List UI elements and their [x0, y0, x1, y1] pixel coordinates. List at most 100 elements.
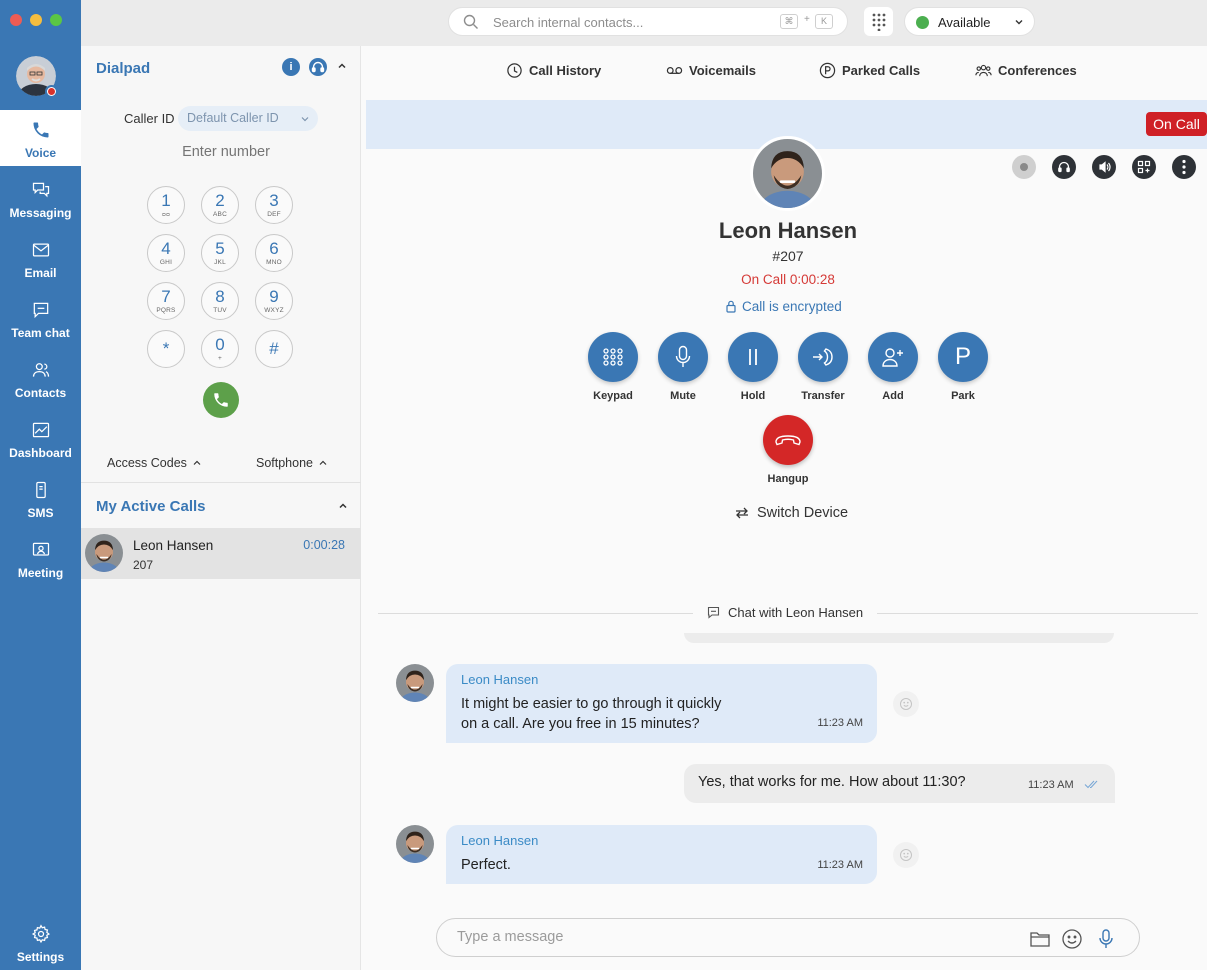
- park-button-label: Park: [951, 390, 975, 402]
- add-reaction-button[interactable]: [893, 691, 919, 717]
- dialpad-key[interactable]: 6 MNO: [255, 234, 293, 272]
- access-codes-toggle[interactable]: Access Codes: [107, 456, 201, 470]
- dialpad-key-digit: 6: [269, 239, 279, 258]
- top-bar: Search internal contacts... ⌘ + K Availa…: [81, 0, 1207, 46]
- tab-conferences[interactable]: Conferences: [975, 62, 1077, 79]
- audio-settings-button[interactable]: [1092, 155, 1116, 179]
- dialpad-key-digit: 2: [215, 191, 225, 210]
- nav-item-messaging[interactable]: Messaging: [0, 170, 81, 226]
- tab-call-history-label: Call History: [529, 63, 602, 78]
- dial-call-button[interactable]: [203, 382, 239, 418]
- share-screen-button[interactable]: [1132, 155, 1156, 179]
- headset-mode-icon[interactable]: [309, 58, 327, 76]
- tab-call-history[interactable]: Call History: [506, 62, 601, 79]
- parking-icon: [819, 62, 836, 79]
- dialpad-key[interactable]: 5 JKL: [201, 234, 239, 272]
- switch-device-button[interactable]: Switch Device: [735, 505, 848, 521]
- emoji-icon[interactable]: [1061, 928, 1083, 950]
- transfer-button[interactable]: Transfer: [788, 332, 858, 402]
- dialpad-key-digit: 3: [269, 191, 279, 210]
- incoming-message[interactable]: Leon Hansen It might be easier to go thr…: [446, 664, 877, 743]
- grid-icon: [872, 13, 885, 31]
- dialpad-key[interactable]: 4 GHI: [147, 234, 185, 272]
- dialpad-key[interactable]: 1 ᴑᴑ: [147, 186, 185, 224]
- keypad-button[interactable]: Keypad: [578, 332, 648, 402]
- outgoing-message[interactable]: Yes, that works for me. How about 11:30?…: [684, 764, 1115, 803]
- add-participant-button[interactable]: Add: [858, 332, 928, 402]
- dialpad-key[interactable]: 9 WXYZ: [255, 282, 293, 320]
- swap-arrows-icon: [736, 507, 748, 519]
- minimize-window-button[interactable]: [30, 14, 42, 26]
- hold-button[interactable]: Hold: [718, 332, 788, 402]
- dialpad-key[interactable]: 0 +: [201, 330, 239, 368]
- shortcut-cmd-key: ⌘: [780, 14, 798, 29]
- nav-item-team-chat[interactable]: Team chat: [0, 290, 81, 346]
- add-reaction-button[interactable]: [893, 842, 919, 868]
- nav-item-meeting[interactable]: Meeting: [0, 530, 81, 586]
- call-status-timer: On Call 0:00:28: [741, 272, 835, 287]
- dialpad-panel: Dialpad i Caller ID Default Caller ID 1ᴑ…: [81, 46, 361, 970]
- shortcut-plus: +: [804, 14, 810, 25]
- nav-item-sms[interactable]: SMS: [0, 470, 81, 526]
- nav-item-voice[interactable]: Voice: [0, 110, 81, 166]
- dialpad-key-digit: 8: [215, 287, 225, 306]
- record-button[interactable]: [1012, 155, 1036, 179]
- dialpad-title: Dialpad: [96, 60, 151, 77]
- mute-button[interactable]: Mute: [648, 332, 718, 402]
- tab-parked-calls-label: Parked Calls: [842, 63, 921, 78]
- message-text-line-1: It might be easier to go through it quic…: [461, 696, 722, 712]
- more-options-button[interactable]: [1172, 155, 1196, 179]
- nav-label-contacts: Contacts: [14, 386, 67, 400]
- hold-button-label: Hold: [740, 390, 766, 402]
- message-input[interactable]: [457, 929, 997, 945]
- dialpad-key-digit: *: [162, 339, 170, 358]
- message-text-line-2: on a call. Are you free in 15 minutes?: [461, 716, 700, 732]
- zoom-window-button[interactable]: [50, 14, 62, 26]
- headset-button[interactable]: [1052, 155, 1076, 179]
- dialpad-key-letters: PQRS: [156, 307, 176, 314]
- collapse-active-calls-chevron-icon[interactable]: [337, 500, 349, 512]
- nav-label-email: Email: [24, 266, 57, 280]
- incoming-message[interactable]: Leon Hansen Perfect. 11:23 AM: [446, 825, 877, 884]
- dialpad-key-digit: 4: [161, 239, 171, 258]
- nav-item-email[interactable]: Email: [0, 230, 81, 286]
- dialpad-key-letters: JKL: [214, 259, 226, 266]
- folder-icon[interactable]: [1029, 928, 1051, 950]
- chart-icon: [32, 422, 49, 438]
- panel-divider: [81, 482, 361, 483]
- message-composer: [436, 918, 1140, 957]
- caller-id-select[interactable]: Default Caller ID: [178, 106, 318, 131]
- presence-status-select[interactable]: Available: [904, 7, 1035, 36]
- dialpad-key[interactable]: 2 ABC: [201, 186, 239, 224]
- dialpad-key-letters: ᴑᴑ: [161, 211, 171, 218]
- callee-extension: #207: [772, 248, 804, 264]
- number-input[interactable]: [136, 144, 316, 160]
- softphone-toggle[interactable]: Softphone: [256, 456, 327, 470]
- dialpad-grid-button[interactable]: [864, 7, 893, 36]
- dialpad-key[interactable]: 8 TUV: [201, 282, 239, 320]
- microphone-icon[interactable]: [1095, 928, 1117, 950]
- switch-device-label: Switch Device: [757, 505, 849, 521]
- nav-item-settings[interactable]: Settings: [0, 914, 81, 970]
- contact-search[interactable]: Search internal contacts... ⌘ + K: [448, 7, 848, 36]
- shortcut-k-key: K: [815, 14, 833, 29]
- smiley-icon: [900, 698, 912, 710]
- active-call-row[interactable]: Leon Hansen 207 0:00:28: [81, 528, 361, 579]
- nav-item-dashboard[interactable]: Dashboard: [0, 410, 81, 466]
- close-window-button[interactable]: [10, 14, 22, 26]
- hangup-button[interactable]: Hangup: [753, 415, 823, 485]
- tab-parked-calls[interactable]: Parked Calls: [819, 62, 920, 79]
- nav-item-contacts[interactable]: Contacts: [0, 350, 81, 406]
- info-icon[interactable]: i: [282, 58, 300, 76]
- park-button[interactable]: P Park: [928, 332, 998, 402]
- dialpad-key[interactable]: *: [147, 330, 185, 368]
- collapse-dialpad-chevron-icon[interactable]: [336, 60, 348, 72]
- user-status-indicator: [45, 85, 58, 98]
- dialpad-key[interactable]: 7 PQRS: [147, 282, 185, 320]
- presence-status-label: Available: [938, 15, 991, 30]
- hangup-phone-icon: [775, 435, 801, 446]
- dialpad-key[interactable]: #: [255, 330, 293, 368]
- tab-voicemails[interactable]: Voicemails: [666, 62, 756, 79]
- user-avatar[interactable]: [16, 56, 58, 98]
- dialpad-key[interactable]: 3 DEF: [255, 186, 293, 224]
